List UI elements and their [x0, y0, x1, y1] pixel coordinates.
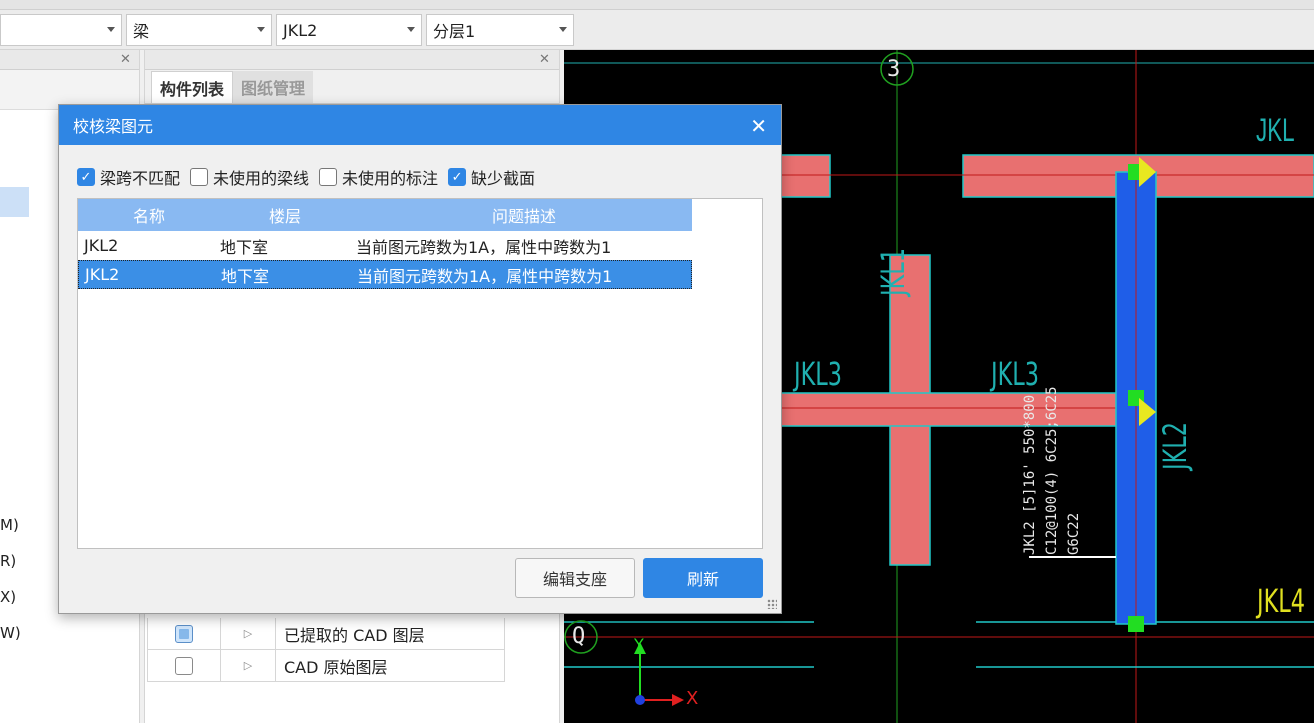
chevron-down-icon — [559, 27, 567, 32]
grip-handle[interactable] — [1128, 616, 1144, 632]
layer-row-extracted[interactable]: ▷ 已提取的 CAD 图层 — [147, 618, 505, 650]
tab-drawing-management[interactable]: 图纸管理 — [233, 71, 314, 103]
layer-visible-checkbox[interactable] — [175, 624, 193, 643]
filter-unused-beam-line[interactable]: 未使用的梁线 — [190, 165, 309, 189]
layer-label: 已提取的 CAD 图层 — [276, 618, 505, 649]
shortcut-x[interactable]: X) — [0, 588, 16, 606]
beam-label-text: JKL1 — [874, 247, 912, 296]
ribbon-strip — [0, 0, 1314, 10]
beam-label: JKL2 — [1156, 422, 1194, 470]
table-row-selected[interactable]: JKL2 地下室 当前图元跨数为1A，属性中跨数为1 — [78, 260, 692, 289]
layer-select[interactable]: 分层1 — [426, 14, 574, 46]
ucs-arrow-right-icon — [672, 694, 684, 706]
checkbox-unchecked-icon[interactable] — [190, 168, 209, 186]
cell-floor: 地下室 — [220, 237, 269, 257]
close-icon[interactable]: ✕ — [539, 52, 550, 67]
filter-checkboxes: ✓ 梁跨不匹配 未使用的梁线 未使用的标注 ✓ 缺少截面 — [77, 165, 535, 189]
annotation-line: G6C22 — [1066, 512, 1082, 555]
type-select-value: 梁 — [133, 22, 150, 41]
issue-table-header: 名称 楼层 问题描述 — [78, 199, 692, 231]
filter-missing-section[interactable]: ✓ 缺少截面 — [448, 165, 535, 189]
filter-label: 梁跨不匹配 — [100, 169, 181, 188]
cell-name: JKL2 — [84, 236, 119, 255]
beam-label-text: JKL2 — [1156, 421, 1194, 470]
annotation-line: C12@100(4) 6C25;6C25 — [1044, 386, 1060, 555]
column-header-description[interactable]: 问题描述 — [350, 199, 692, 231]
ucs-x-label: X — [686, 688, 699, 709]
checkbox-unchecked-icon[interactable] — [319, 168, 338, 186]
layer-label: CAD 原始图层 — [276, 650, 505, 681]
beam-label: JKL1 — [874, 248, 912, 296]
component-select-value: JKL2 — [283, 20, 318, 40]
checkbox-checked-icon[interactable]: ✓ — [448, 168, 467, 186]
cell-description: 当前图元跨数为1A，属性中跨数为1 — [357, 266, 613, 286]
close-icon[interactable]: ✕ — [120, 52, 131, 67]
combo-left[interactable] — [0, 14, 122, 46]
ucs-origin — [635, 695, 645, 705]
top-toolbar: 梁 JKL2 分层1 — [0, 0, 1314, 50]
cell-floor: 地下室 — [221, 266, 270, 286]
left-panel-selected-item[interactable] — [0, 187, 29, 217]
component-select[interactable]: JKL2 — [276, 14, 422, 46]
layer-visible-checkbox[interactable] — [175, 656, 193, 675]
chevron-down-icon — [257, 27, 265, 32]
edit-support-button[interactable]: 编辑支座 — [515, 558, 635, 598]
cell-description: 当前图元跨数为1A，属性中跨数为1 — [356, 237, 612, 257]
cell-name: JKL2 — [85, 265, 120, 284]
axis-label-col: 3 — [887, 57, 901, 82]
filter-label: 未使用的梁线 — [213, 169, 310, 188]
annotation-line: JKL2 [5]16' 550*800 — [1022, 394, 1038, 555]
beam-label: JKL — [1256, 112, 1295, 148]
shortcut-r[interactable]: R) — [0, 552, 16, 570]
filter-unused-annotation[interactable]: 未使用的标注 — [319, 165, 438, 189]
checkbox-checked-icon[interactable]: ✓ — [77, 168, 95, 186]
shortcut-w[interactable]: W) — [0, 624, 21, 642]
refresh-button[interactable]: 刷新 — [643, 558, 763, 598]
chevron-down-icon — [407, 27, 415, 32]
type-select[interactable]: 梁 — [126, 14, 272, 46]
layer-row-original[interactable]: ▷ CAD 原始图层 — [147, 650, 505, 682]
dialog-title: 校核梁图元 — [73, 117, 154, 136]
filter-label: 未使用的标注 — [342, 169, 439, 188]
close-icon[interactable]: ✕ — [750, 114, 767, 138]
chevron-down-icon — [107, 27, 115, 32]
component-panel-header: ✕ — [145, 50, 559, 70]
layer-select-value: 分层1 — [433, 22, 476, 41]
left-panel-header: ✕ — [0, 50, 139, 70]
filter-label: 缺少截面 — [471, 169, 536, 188]
beam-label: JKL3 — [794, 355, 843, 393]
expand-triangle-icon[interactable]: ▷ — [221, 618, 276, 649]
shortcut-m[interactable]: M) — [0, 516, 19, 534]
ucs-y-label: Y — [634, 635, 644, 654]
table-row[interactable]: JKL2 地下室 当前图元跨数为1A，属性中跨数为1 — [78, 231, 692, 260]
axis-label-row: Q — [572, 624, 586, 649]
check-beam-dialog: 校核梁图元 ✕ ✓ 梁跨不匹配 未使用的梁线 未使用的标注 ✓ 缺少截面 名称 … — [58, 104, 782, 614]
resize-grip-icon[interactable] — [767, 599, 777, 609]
dialog-titlebar[interactable]: 校核梁图元 ✕ — [59, 105, 781, 145]
beam-label: JKL4 — [1257, 582, 1306, 620]
column-header-floor[interactable]: 楼层 — [214, 199, 350, 231]
issue-table: 名称 楼层 问题描述 JKL2 地下室 当前图元跨数为1A，属性中跨数为1 JK… — [77, 198, 763, 549]
component-panel-tabs: 构件列表 图纸管理 — [145, 70, 559, 104]
column-header-name[interactable]: 名称 — [78, 199, 214, 231]
cad-layer-table: ▷ 已提取的 CAD 图层 ▷ CAD 原始图层 — [147, 618, 505, 682]
expand-triangle-icon[interactable]: ▷ — [221, 650, 276, 681]
beam-annotation: JKL2 [5]16' 550*800 C12@100(4) 6C25;6C25… — [1019, 386, 1085, 555]
tab-component-list[interactable]: 构件列表 — [151, 71, 234, 103]
filter-span-mismatch[interactable]: ✓ 梁跨不匹配 — [77, 165, 180, 189]
